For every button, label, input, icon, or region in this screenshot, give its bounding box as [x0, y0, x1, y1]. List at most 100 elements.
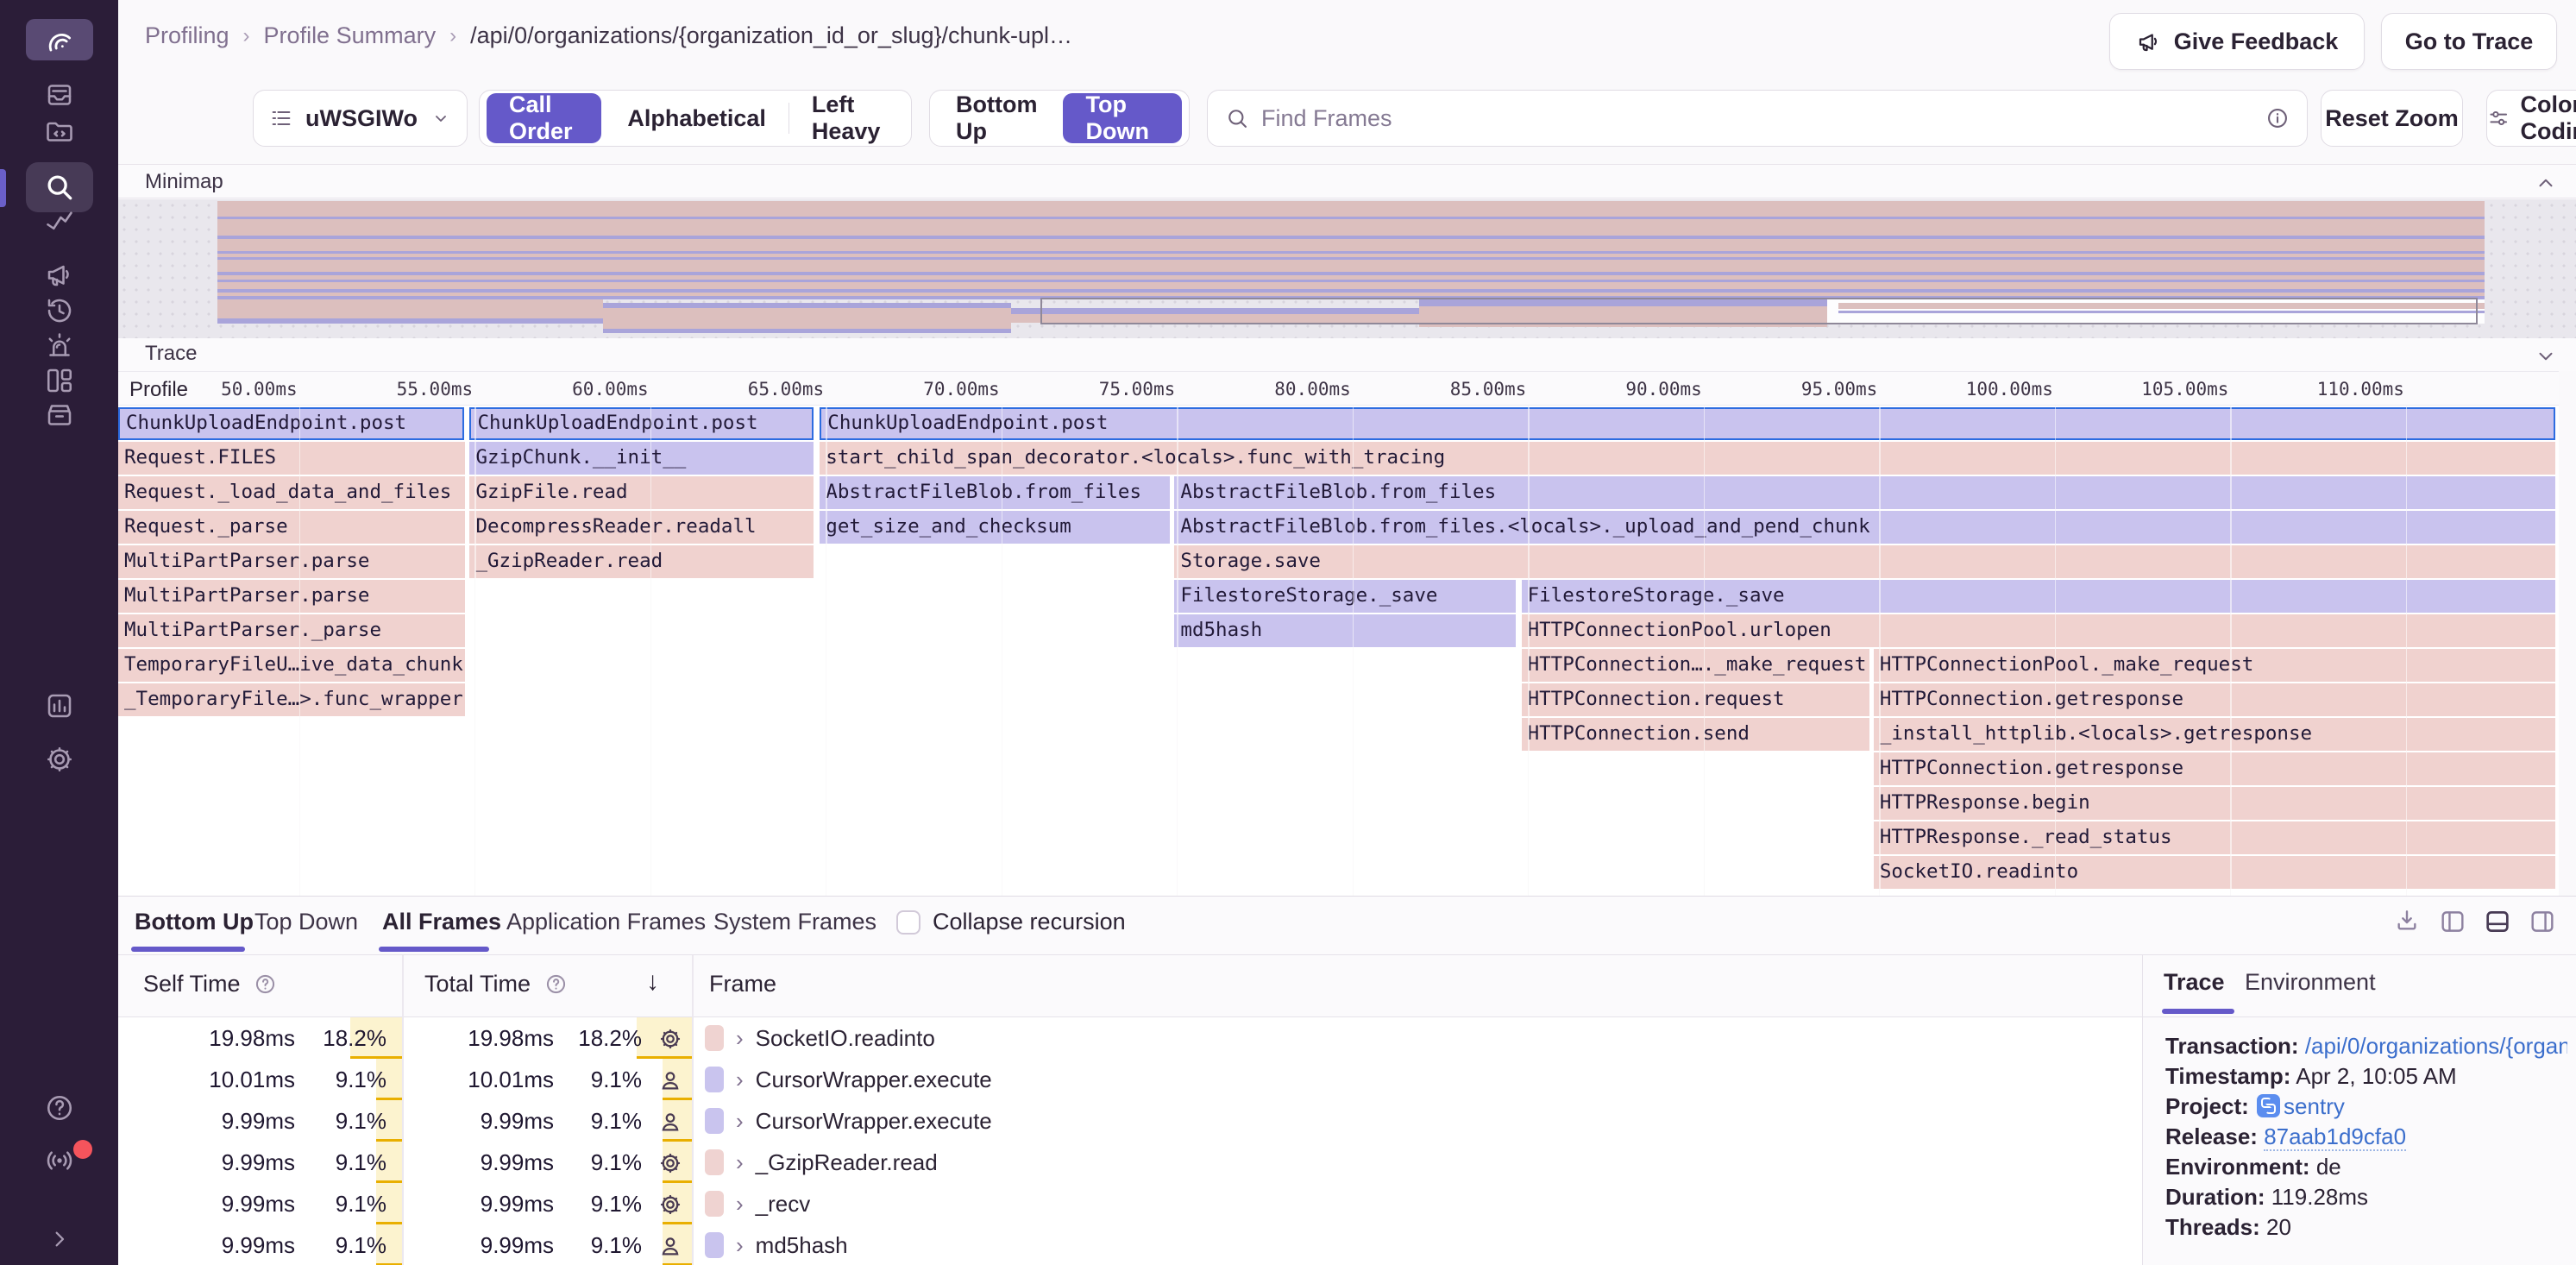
sidebar-item-replays-history[interactable]	[0, 295, 118, 326]
tab-all-frames[interactable]: All Frames	[382, 909, 501, 935]
flame-frame[interactable]: FilestoreStorage._save	[1522, 580, 2555, 613]
sort-arrow-icon[interactable]: ↓	[646, 967, 659, 997]
sidebar-item-stats-chart[interactable]	[0, 690, 118, 721]
table-row[interactable]: 9.99ms9.1%9.99ms9.1%›_GzipReader.read	[118, 1142, 2142, 1183]
tab-system-frames[interactable]: System Frames	[713, 909, 876, 935]
col-total-time[interactable]: Total Time	[424, 971, 568, 998]
sidebar-item-help[interactable]	[0, 1092, 118, 1123]
flame-frame[interactable]: Request.FILES	[118, 442, 465, 475]
flame-frame[interactable]: HTTPResponse.begin	[1874, 787, 2555, 820]
layout-sidebar-left-icon[interactable]	[2438, 907, 2467, 936]
go-to-trace-button[interactable]: Go to Trace	[2381, 13, 2557, 70]
find-frames-search[interactable]: Find Frames	[1207, 90, 2308, 147]
frame-cell[interactable]: ›md5hash	[705, 1224, 2142, 1265]
frame-cell[interactable]: ›SocketIO.readinto	[705, 1017, 2142, 1059]
sort-left-heavy[interactable]: Left Heavy	[789, 91, 908, 146]
col-self-time[interactable]: Self Time	[143, 971, 277, 998]
expand-chevron-icon[interactable]: ›	[736, 1149, 744, 1176]
flame-frame[interactable]: HTTPConnectionPool._make_request	[1874, 649, 2555, 682]
sidebar-item-whats-new-broadcast[interactable]	[0, 1145, 118, 1176]
flame-frame[interactable]: Request._parse	[118, 511, 465, 544]
flame-graph[interactable]: ChunkUploadEndpoint.postChunkUploadEndpo…	[118, 406, 2559, 896]
time-ruler[interactable]: Profile 50.00ms55.00ms60.00ms65.00ms70.0…	[118, 371, 2559, 406]
sidebar-item-alerts-siren[interactable]	[0, 330, 118, 362]
flame-frame[interactable]: HTTPConnection.getresponse	[1874, 683, 2555, 716]
flame-frame[interactable]: _TemporaryFile…>.func_wrapper	[118, 683, 465, 716]
table-row[interactable]: 9.99ms9.1%9.99ms9.1%›_recv	[118, 1183, 2142, 1224]
flame-frame[interactable]: start_child_span_decorator.<locals>.func…	[820, 442, 2555, 475]
table-row[interactable]: 10.01ms9.1%10.01ms9.1%›CursorWrapper.exe…	[118, 1059, 2142, 1100]
collapse-minimap-icon[interactable]	[2535, 172, 2557, 194]
breadcrumb-profiling[interactable]: Profiling	[145, 22, 229, 49]
sidebar-item-collapse-chevron[interactable]	[0, 1225, 118, 1253]
minimap[interactable]	[118, 199, 2576, 338]
sidebar-item-releases-archive[interactable]	[0, 400, 118, 431]
direction-bottom-up[interactable]: Bottom Up	[933, 91, 1059, 146]
sidebar-item-insights-trends[interactable]	[0, 207, 118, 238]
flame-frame[interactable]: ChunkUploadEndpoint.post	[118, 407, 464, 440]
flame-frame[interactable]: AbstractFileBlob.from_files	[820, 476, 1170, 509]
flame-frame[interactable]: Request._load_data_and_files	[118, 476, 465, 509]
table-row[interactable]: 9.99ms9.1%9.99ms9.1%›CursorWrapper.execu…	[118, 1100, 2142, 1142]
flame-frame[interactable]: MultiPartParser._parse	[118, 614, 465, 647]
sidebar-item-dashboards-layout[interactable]	[0, 365, 118, 396]
collapse-recursion-checkbox[interactable]	[896, 910, 920, 935]
flame-frame[interactable]: HTTPConnection.getresponse	[1874, 752, 2555, 785]
tab-application-frames[interactable]: Application Frames	[506, 909, 706, 935]
flame-frame[interactable]: HTTPResponse._read_status	[1874, 821, 2555, 854]
flame-frame[interactable]: _GzipReader.read	[469, 545, 814, 578]
flame-frame[interactable]: _install_httplib.<locals>.getresponse	[1874, 718, 2555, 751]
flame-frame[interactable]: AbstractFileBlob.from_files	[1174, 476, 2555, 509]
expand-chevron-icon[interactable]: ›	[736, 1025, 744, 1052]
tab-top-down[interactable]: Top Down	[254, 909, 358, 935]
layout-sidebar-right-icon[interactable]	[2528, 907, 2557, 936]
flame-frame[interactable]: FilestoreStorage._save	[1174, 580, 1516, 613]
flame-frame[interactable]: ChunkUploadEndpoint.post	[820, 407, 2555, 440]
flame-frame[interactable]: AbstractFileBlob.from_files.<locals>._up…	[1174, 511, 2555, 544]
sort-call-order[interactable]: Call Order	[487, 93, 601, 143]
sort-alphabetical[interactable]: Alphabetical	[605, 91, 789, 146]
flame-frame[interactable]: Storage.save	[1174, 545, 2555, 578]
table-row[interactable]: 9.99ms9.1%9.99ms9.1%›md5hash	[118, 1224, 2142, 1265]
flame-frame[interactable]: HTTPConnectionPool.urlopen	[1522, 614, 2555, 647]
frame-cell[interactable]: ›_GzipReader.read	[705, 1142, 2142, 1183]
frame-cell[interactable]: ›CursorWrapper.execute	[705, 1059, 2142, 1100]
frame-cell[interactable]: ›CursorWrapper.execute	[705, 1100, 2142, 1142]
flame-frame[interactable]: TemporaryFileU…ive_data_chunk	[118, 649, 465, 682]
expand-chevron-icon[interactable]: ›	[736, 1232, 744, 1259]
flame-frame[interactable]: HTTPConnection.request	[1522, 683, 1869, 716]
flame-frame[interactable]: md5hash	[1174, 614, 1516, 647]
flame-frame[interactable]: MultiPartParser.parse	[118, 580, 465, 613]
direction-top-down[interactable]: Top Down	[1063, 93, 1182, 143]
flame-frame[interactable]: ChunkUploadEndpoint.post	[469, 407, 814, 440]
minimap-flame-graph[interactable]	[217, 199, 2485, 338]
flame-frame[interactable]: MultiPartParser.parse	[118, 545, 465, 578]
flame-frame[interactable]: DecompressReader.readall	[469, 511, 814, 544]
sidebar-item-feedback-megaphone[interactable]	[0, 259, 118, 290]
give-feedback-button[interactable]: Give Feedback	[2109, 13, 2365, 70]
flame-frame[interactable]: GzipChunk.__init__	[469, 442, 814, 475]
detail-link[interactable]: /api/0/organizations/{organ…	[2305, 1033, 2567, 1059]
info-icon[interactable]	[2265, 106, 2290, 130]
flame-frame[interactable]: HTTPConnection…._make_request	[1522, 649, 1869, 682]
tab-bottom-up[interactable]: Bottom Up	[135, 909, 254, 935]
frame-cell[interactable]: ›_recv	[705, 1183, 2142, 1224]
flame-frame[interactable]: GzipFile.read	[469, 476, 814, 509]
expand-chevron-icon[interactable]: ›	[736, 1108, 744, 1135]
layout-split-horizontal-icon[interactable]	[2483, 907, 2512, 936]
download-icon[interactable]	[2393, 907, 2421, 935]
detail-link[interactable]: sentry	[2284, 1093, 2345, 1119]
expand-chevron-icon[interactable]: ›	[736, 1067, 744, 1093]
sidebar-item-explore-search[interactable]	[0, 162, 118, 212]
breadcrumb-profile-summary[interactable]: Profile Summary	[264, 22, 437, 49]
collapse-trace-icon[interactable]	[2535, 345, 2557, 368]
flame-frame[interactable]: SocketIO.readinto	[1874, 856, 2555, 889]
color-coding-dropdown[interactable]: Color Coding	[2486, 90, 2576, 147]
reset-zoom-button[interactable]: Reset Zoom	[2321, 90, 2463, 147]
sidebar-item-settings-gear[interactable]	[0, 744, 118, 775]
flame-frame[interactable]: HTTPConnection.send	[1522, 718, 1869, 751]
table-row[interactable]: 19.98ms18.2%19.98ms18.2%›SocketIO.readin…	[118, 1017, 2142, 1059]
expand-chevron-icon[interactable]: ›	[736, 1191, 744, 1218]
flame-frame[interactable]: get_size_and_checksum	[820, 511, 1170, 544]
panel-tab-trace[interactable]: Trace	[2164, 969, 2225, 996]
